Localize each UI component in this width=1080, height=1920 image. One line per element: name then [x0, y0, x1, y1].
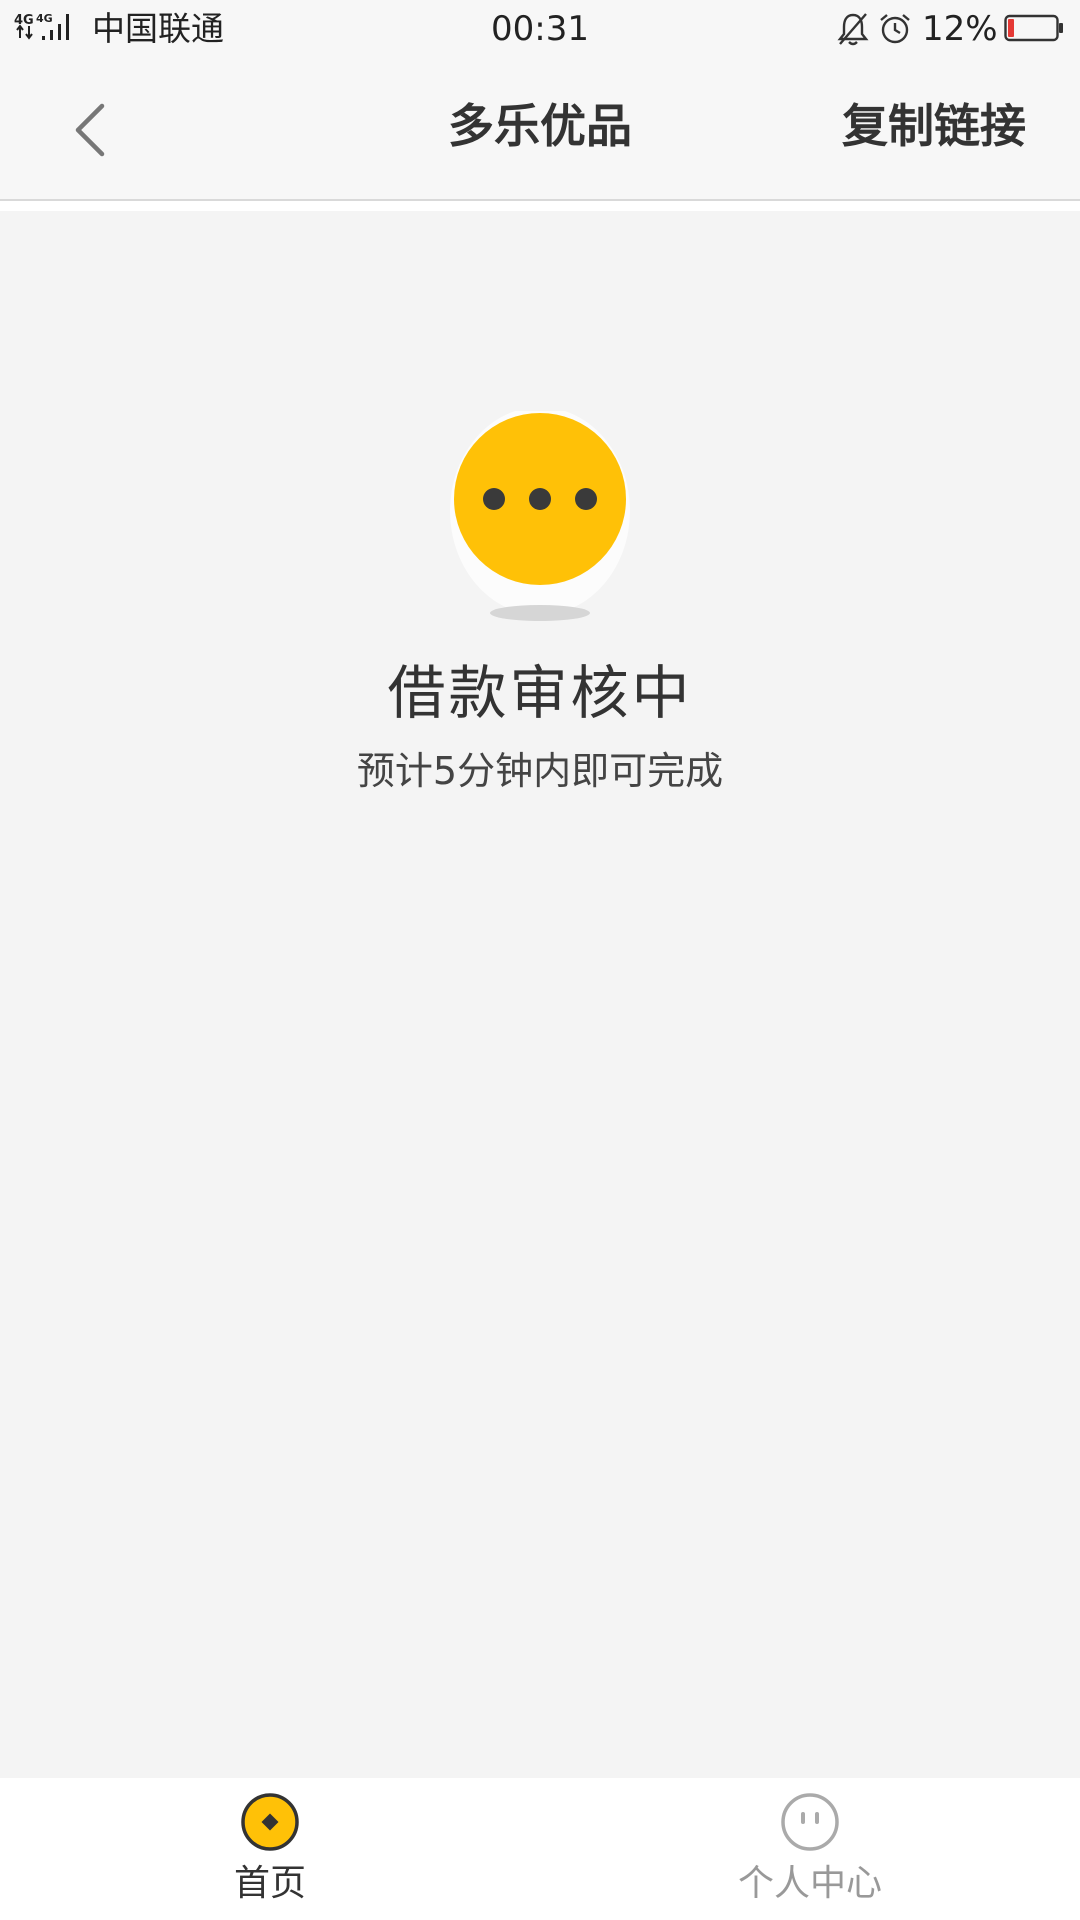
nav-bar: 多乐优品 复制链接: [0, 60, 1080, 201]
battery-percent: 12%: [922, 9, 998, 49]
nav-divider: [0, 201, 1080, 211]
status-bar: 4G 4G 中国联通 00:31 12%: [0, 0, 1080, 60]
tab-profile-label: 个人中心: [737, 1863, 882, 1904]
copy-link-button[interactable]: 复制链接: [842, 96, 1026, 156]
tab-home-label: 首页: [233, 1863, 306, 1904]
bell-muted-icon: [837, 13, 869, 46]
tab-home[interactable]: 首页: [0, 1778, 540, 1920]
tab-profile[interactable]: 个人中心: [540, 1778, 1080, 1920]
pending-dots-icon: [450, 411, 630, 621]
battery-icon: [1004, 14, 1063, 42]
status-subtitle: 预计5分钟内即可完成: [356, 749, 724, 793]
status-time: 00:31: [491, 9, 589, 49]
home-coin-icon: [241, 1793, 299, 1851]
main-content: 借款审核中 预计5分钟内即可完成: [0, 211, 1080, 1778]
alarm-icon: [880, 14, 910, 44]
status-title: 借款审核中: [387, 659, 693, 727]
profile-face-icon: [781, 1793, 839, 1851]
bottom-tab-bar: 首页 个人中心: [0, 1778, 1080, 1920]
